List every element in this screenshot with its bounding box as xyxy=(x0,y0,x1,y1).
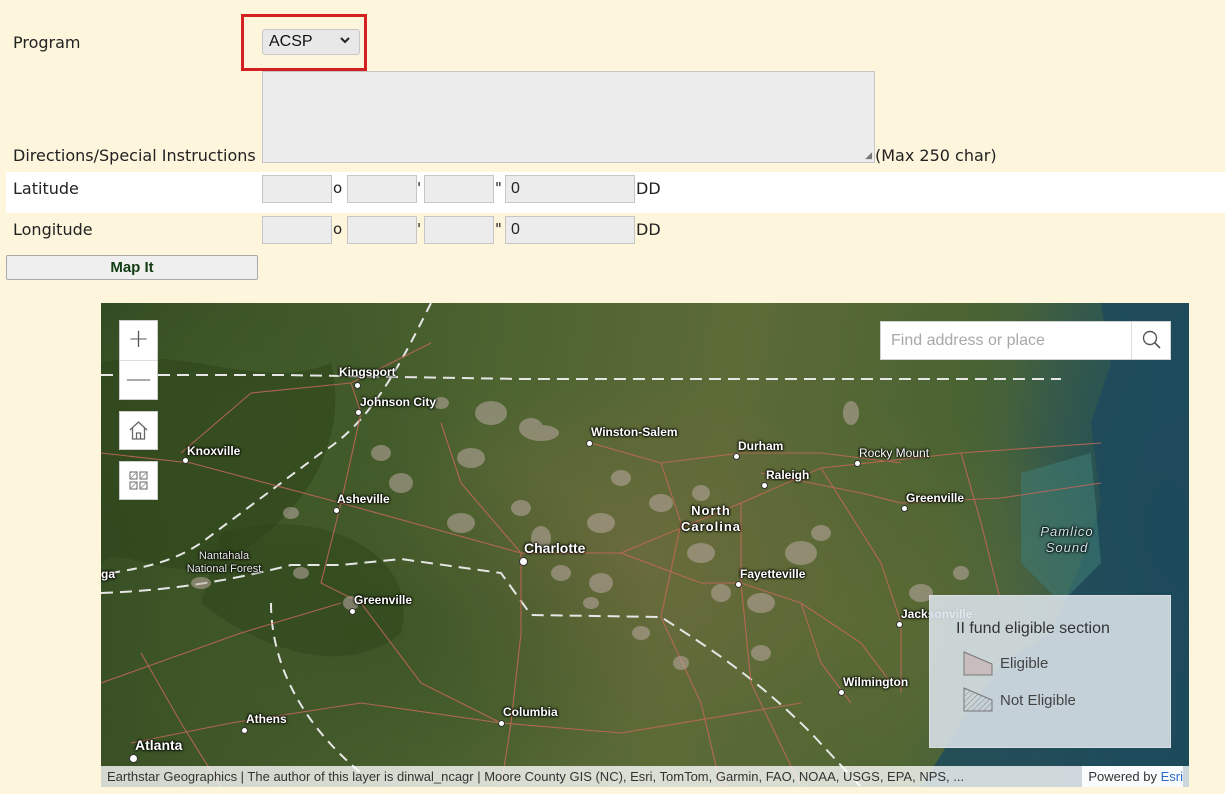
esri-link[interactable]: Esri xyxy=(1161,769,1183,784)
city-dot xyxy=(735,581,742,588)
resize-grip-icon[interactable]: ◢ xyxy=(865,151,872,161)
map-label-forest: Nantahala National Forest xyxy=(179,550,269,576)
map-view[interactable]: Kingsport Johnson City Knoxville Winston… xyxy=(101,303,1189,787)
basemap-gallery-button[interactable] xyxy=(119,461,158,500)
page: Program ACSP Directions/Special Instruct… xyxy=(0,0,1225,794)
basemap-gallery-icon xyxy=(129,471,148,490)
map-label-asheville: Asheville xyxy=(337,492,390,506)
longitude-row: Longitude o ' " 0 DD xyxy=(6,213,1225,253)
map-label-johnson-city: Johnson City xyxy=(360,395,437,409)
dd-unit: DD xyxy=(636,179,661,198)
map-label-durham: Durham xyxy=(738,439,784,453)
attribution-text: Earthstar Geographics | The author of th… xyxy=(107,769,965,784)
map-label-ga: ga xyxy=(101,567,116,581)
directions-textarea[interactable]: ◢ xyxy=(262,71,875,163)
city-dot xyxy=(854,460,861,467)
legend-item-not-eligible: Not Eligible xyxy=(1000,692,1076,709)
city-dot xyxy=(349,608,356,615)
longitude-degrees-input[interactable] xyxy=(262,216,332,244)
city-dot xyxy=(182,457,189,464)
map-label-greenville-sc: Greenville xyxy=(354,593,413,607)
city-dot xyxy=(733,453,740,460)
program-row: Program ACSP xyxy=(6,10,1225,71)
second-symbol: " xyxy=(495,179,502,197)
latitude-seconds-input[interactable] xyxy=(424,175,494,203)
city-dot xyxy=(498,720,505,727)
map-label-greenville-nc: Greenville xyxy=(906,491,965,505)
second-symbol: " xyxy=(495,220,502,238)
home-icon xyxy=(129,421,148,440)
longitude-minutes-input[interactable] xyxy=(347,216,417,244)
latitude-degrees-input[interactable] xyxy=(262,175,332,203)
minute-symbol: ' xyxy=(417,220,422,238)
map-label-national-forest: National Forest xyxy=(186,563,262,575)
degree-symbol: o xyxy=(333,179,343,197)
city-dot xyxy=(354,382,361,389)
home-button[interactable] xyxy=(119,411,158,450)
map-label-raleigh: Raleigh xyxy=(766,468,810,482)
directions-label: Directions/Special Instructions xyxy=(13,146,256,165)
map-label-carolina: Carolina xyxy=(680,519,741,534)
zoom-out-button[interactable]: — xyxy=(120,360,157,399)
map-label-pamlico: Pamlico xyxy=(1040,524,1094,539)
search-input[interactable]: Find address or place xyxy=(891,332,1045,350)
map-label-athens: Athens xyxy=(246,712,287,726)
city-dot xyxy=(838,689,845,696)
city-dot xyxy=(761,482,768,489)
map-search: Find address or place xyxy=(880,321,1171,360)
map-label-atlanta: Atlanta xyxy=(135,737,183,753)
search-icon xyxy=(1142,330,1161,349)
eligible-swatch-icon xyxy=(963,651,993,676)
legend-item-eligible: Eligible xyxy=(1000,655,1049,672)
program-select-value: ACSP xyxy=(269,33,313,50)
powered-by: Powered by Esri xyxy=(1082,766,1183,787)
map-label-fayetteville: Fayetteville xyxy=(740,567,806,581)
latitude-dd-input[interactable]: 0 xyxy=(505,175,635,203)
map-legend: II fund eligible section Eligible Not El… xyxy=(929,595,1171,748)
map-label-rocky-mount: Rocky Mount xyxy=(859,446,930,460)
directions-row: Directions/Special Instructions ◢ (Max 2… xyxy=(6,70,1225,170)
city-dot xyxy=(355,409,362,416)
map-label-water: Pamlico Sound xyxy=(1035,524,1099,556)
city-dot xyxy=(241,727,248,734)
powered-by-label: Powered by xyxy=(1088,769,1157,784)
map-label-charlotte: Charlotte xyxy=(524,540,586,556)
latitude-label: Latitude xyxy=(13,179,79,198)
longitude-label: Longitude xyxy=(13,220,93,239)
latitude-row: Latitude o ' " 0 DD xyxy=(6,172,1225,213)
city-dot xyxy=(129,754,138,763)
not-eligible-swatch-icon xyxy=(963,687,993,712)
degree-symbol: o xyxy=(333,220,343,238)
map-attribution: Earthstar Geographics | The author of th… xyxy=(101,766,1189,787)
city-dot xyxy=(896,621,903,628)
map-label-north: North xyxy=(691,503,731,518)
map-label-columbia: Columbia xyxy=(503,705,558,719)
max-char-note: (Max 250 char) xyxy=(875,146,997,165)
map-label-nantahala: Nantahala xyxy=(198,550,250,562)
zoom-in-button[interactable]: + xyxy=(120,321,157,360)
map-label-wilmington: Wilmington xyxy=(843,675,909,689)
longitude-dd-input[interactable]: 0 xyxy=(505,216,635,244)
minute-symbol: ' xyxy=(417,179,422,197)
map-label-state: North Carolina xyxy=(679,503,743,535)
city-dot xyxy=(519,557,528,566)
map-label-winston-salem: Winston-Salem xyxy=(591,425,678,439)
longitude-seconds-input[interactable] xyxy=(424,216,494,244)
dd-unit: DD xyxy=(636,220,661,239)
map-it-button[interactable]: Map It xyxy=(6,255,258,280)
chevron-down-icon xyxy=(339,34,351,49)
legend-title: II fund eligible section xyxy=(956,620,1110,637)
map-label-kingsport: Kingsport xyxy=(339,365,396,379)
program-select[interactable]: ACSP xyxy=(262,29,360,55)
map-label-knoxville: Knoxville xyxy=(187,444,241,458)
program-label: Program xyxy=(13,33,81,52)
city-dot xyxy=(586,440,593,447)
city-dot xyxy=(901,505,908,512)
zoom-control: + — xyxy=(119,320,158,400)
map-label-sound: Sound xyxy=(1045,540,1089,555)
city-dot xyxy=(333,507,340,514)
latitude-minutes-input[interactable] xyxy=(347,175,417,203)
search-button[interactable] xyxy=(1131,322,1170,359)
